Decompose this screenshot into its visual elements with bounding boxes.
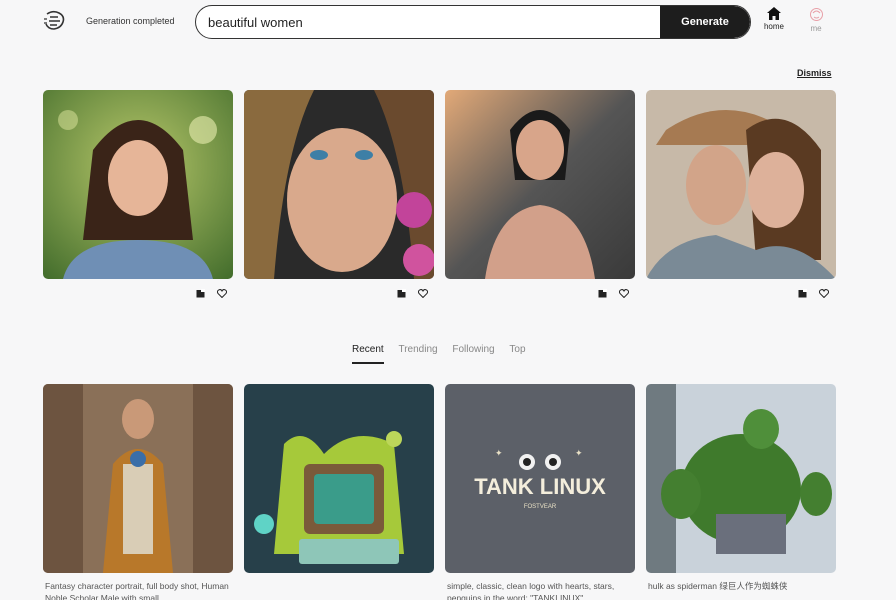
save-image-icon[interactable] bbox=[397, 285, 406, 303]
result-actions-1 bbox=[188, 285, 228, 299]
result-image-2[interactable] bbox=[244, 90, 434, 279]
feed-tabs: Recent Trending Following Top bbox=[352, 344, 538, 364]
top-bar: Generation completed Generate home me bbox=[0, 0, 896, 44]
logo-subtitle: FOSTVEAR bbox=[524, 504, 557, 510]
result-image-3[interactable] bbox=[445, 90, 635, 279]
dismiss-link[interactable]: Dismiss bbox=[797, 68, 832, 78]
generate-button[interactable]: Generate bbox=[660, 6, 750, 38]
heart-icon[interactable] bbox=[819, 285, 830, 303]
nav-me-label: me bbox=[810, 24, 822, 33]
heart-icon[interactable] bbox=[217, 285, 228, 303]
feed-image-1[interactable] bbox=[43, 384, 233, 573]
result-actions-2 bbox=[389, 285, 429, 299]
tab-top[interactable]: Top bbox=[509, 344, 525, 362]
nav-home-label: home bbox=[763, 22, 784, 31]
save-image-icon[interactable] bbox=[196, 285, 205, 303]
save-image-icon[interactable] bbox=[598, 285, 607, 303]
svg-text:✦: ✦ bbox=[495, 449, 503, 459]
prompt-input[interactable] bbox=[208, 6, 648, 38]
tab-recent[interactable]: Recent bbox=[352, 344, 384, 364]
svg-text:✦: ✦ bbox=[575, 449, 583, 459]
result-actions-4 bbox=[790, 285, 830, 299]
feed-image-4[interactable] bbox=[646, 384, 836, 573]
generation-status: Generation completed bbox=[86, 16, 175, 26]
result-image-4[interactable] bbox=[646, 90, 836, 279]
save-image-icon[interactable] bbox=[798, 285, 807, 303]
nav-me[interactable]: me bbox=[801, 7, 831, 33]
result-image-1[interactable] bbox=[43, 90, 233, 279]
logo-title: TANK LINUX bbox=[474, 474, 606, 499]
result-actions-3 bbox=[590, 285, 630, 299]
feed-image-2[interactable] bbox=[244, 384, 434, 573]
heart-icon[interactable] bbox=[418, 285, 429, 303]
app-logo-icon[interactable] bbox=[43, 10, 67, 32]
home-icon bbox=[767, 7, 781, 20]
feed-caption-4: hulk as spiderman 绿巨人作为蜘蛛侠 bbox=[648, 581, 788, 591]
tab-trending[interactable]: Trending bbox=[398, 344, 437, 362]
feed-caption-1: Fantasy character portrait, full body sh… bbox=[45, 581, 229, 600]
feed-caption-3: simple, classic, clean logo with hearts,… bbox=[447, 581, 615, 600]
heart-icon[interactable] bbox=[619, 285, 630, 303]
prompt-search-bar: Generate bbox=[195, 5, 751, 39]
avatar-icon bbox=[809, 8, 823, 21]
tab-following[interactable]: Following bbox=[452, 344, 494, 362]
feed-image-3[interactable]: ✦ ✦ TANK LINUX FOSTVEAR bbox=[445, 384, 635, 573]
nav-home[interactable]: home bbox=[759, 7, 789, 31]
